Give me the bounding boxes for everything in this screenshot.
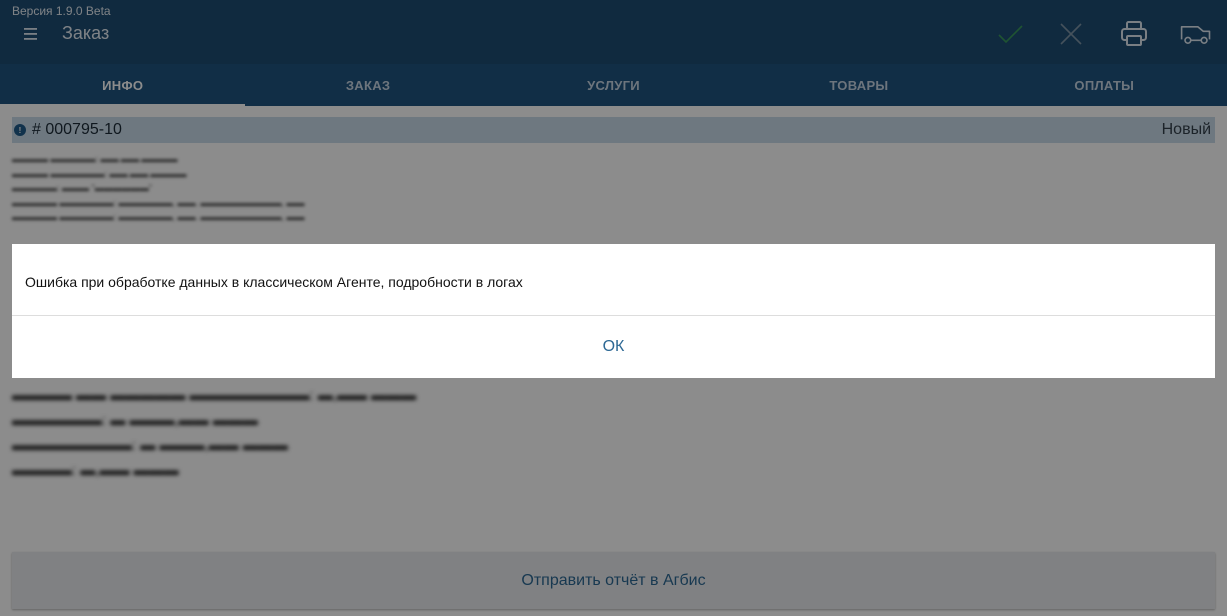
error-message: Ошибка при обработке данных в классическ… — [25, 274, 523, 290]
error-dialog: Ошибка при обработке данных в классическ… — [12, 244, 1215, 378]
ok-button[interactable]: ОК — [12, 316, 1215, 378]
app-screen: Версия 1.9.0 Beta Заказ ИНФО ЗАКАЗ УСЛУГ… — [0, 0, 1227, 616]
